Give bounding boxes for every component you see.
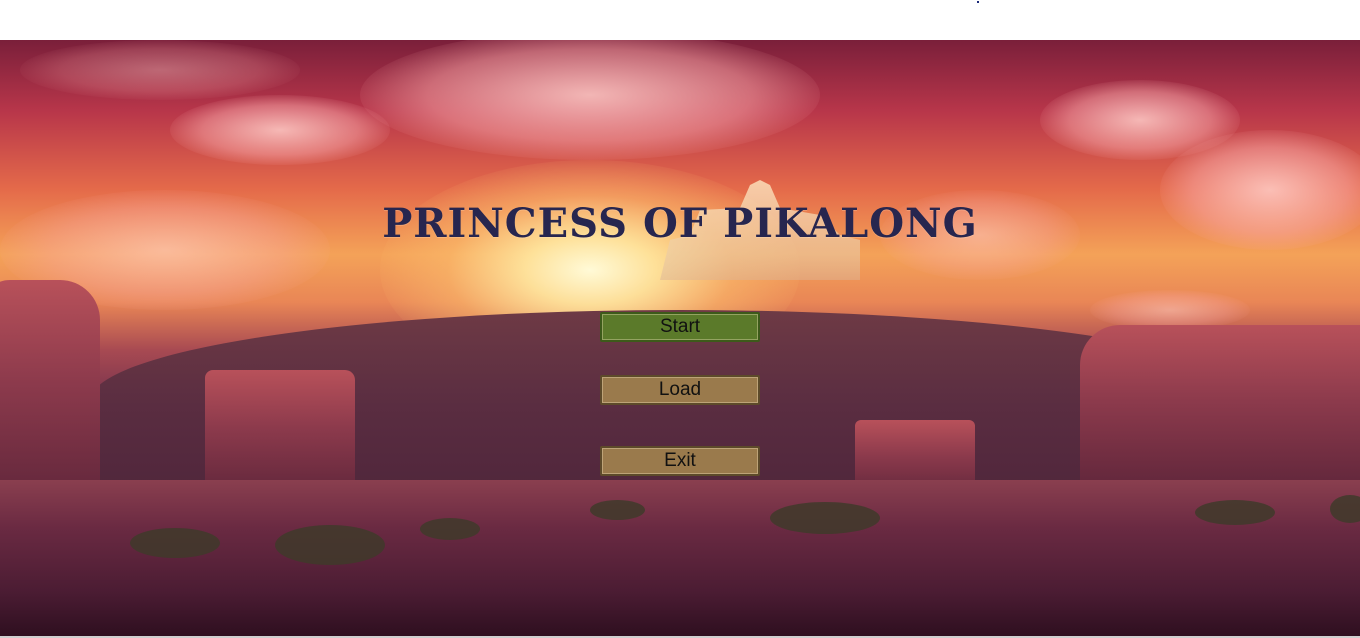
bush: [770, 502, 880, 534]
bush: [420, 518, 480, 540]
top-bar-dot: [977, 1, 979, 3]
cloud: [1090, 290, 1250, 330]
cliff: [0, 280, 100, 510]
bush: [275, 525, 385, 565]
top-bar: [0, 0, 1360, 40]
title-screen-background: PRINCESS OF PIKALONG Start Load Exit: [0, 40, 1360, 636]
load-button[interactable]: Load: [600, 375, 760, 405]
bush: [130, 528, 220, 558]
game-title: PRINCESS OF PIKALONG: [382, 200, 978, 247]
cloud: [360, 40, 820, 160]
cloud: [170, 95, 390, 165]
start-button[interactable]: Start: [600, 312, 760, 342]
cliff: [1080, 325, 1360, 495]
plain: [0, 480, 1360, 636]
bush: [1195, 500, 1275, 525]
cloud: [20, 40, 300, 100]
bush: [590, 500, 645, 520]
exit-button[interactable]: Exit: [600, 446, 760, 476]
